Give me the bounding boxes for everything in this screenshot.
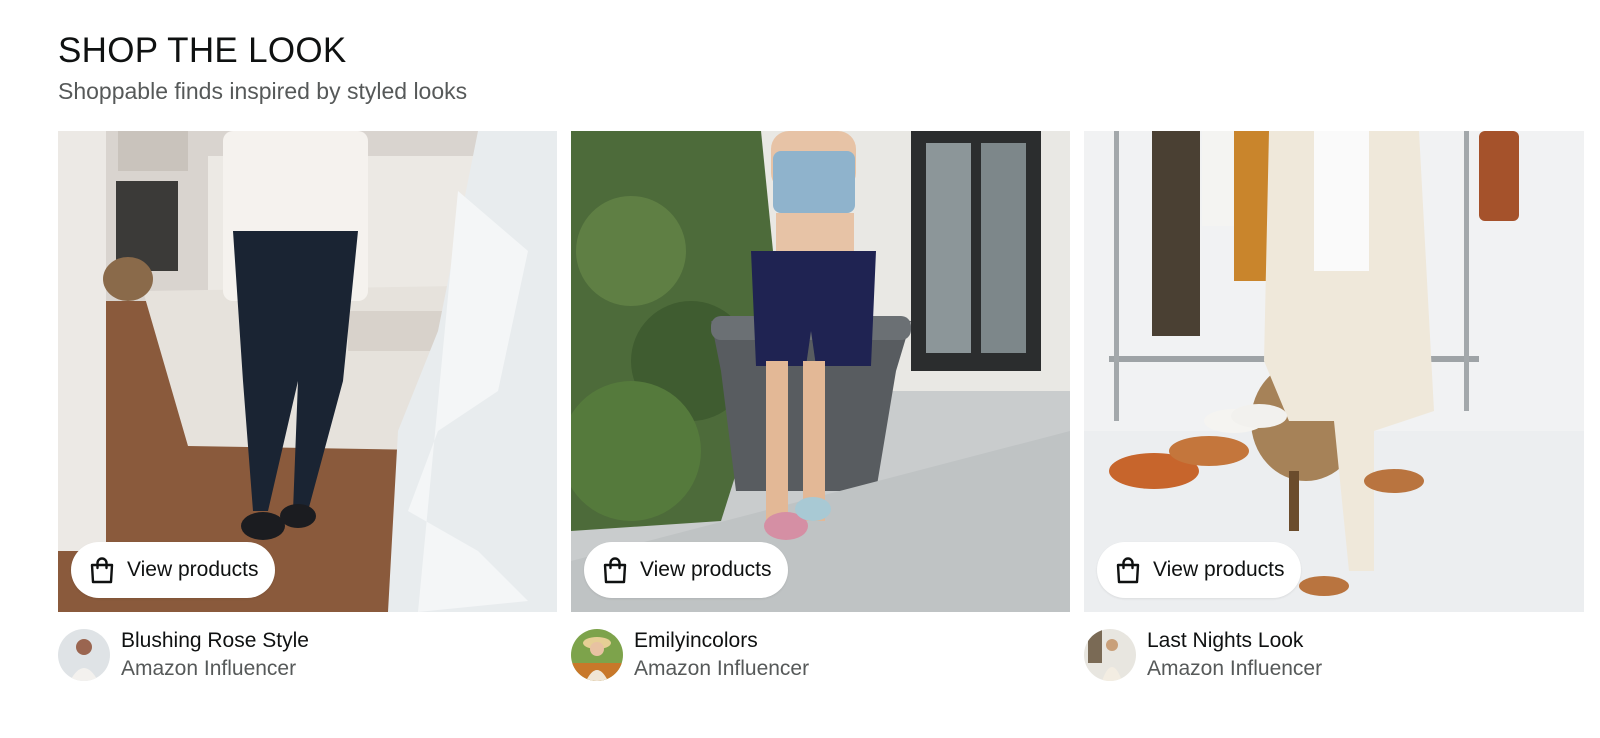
creator-avatar-image <box>58 629 110 681</box>
creator-name[interactable]: Blushing Rose Style <box>121 627 309 655</box>
look-photo[interactable]: View products <box>58 131 557 612</box>
look-card[interactable]: View products Blushing Rose Style Amazon… <box>58 131 557 683</box>
view-products-button[interactable]: View products <box>584 542 788 598</box>
view-products-label: View products <box>640 558 772 581</box>
view-products-button[interactable]: View products <box>1097 542 1301 598</box>
creator-avatar-image <box>1084 629 1136 681</box>
creator-name[interactable]: Last Nights Look <box>1147 627 1322 655</box>
shopping-bag-icon <box>1116 557 1140 584</box>
creator-avatar[interactable] <box>58 629 110 681</box>
view-products-label: View products <box>127 558 259 581</box>
look-card[interactable]: View products Emilyincolors Amazon Influ… <box>571 131 1070 683</box>
view-products-button[interactable]: View products <box>71 542 275 598</box>
creator-role: Amazon Influencer <box>634 657 810 680</box>
look-photo-image <box>571 131 1070 612</box>
look-photo[interactable]: View products <box>571 131 1070 612</box>
creator-role: Amazon Influencer <box>121 657 297 680</box>
look-photo[interactable]: View products <box>1084 131 1584 612</box>
view-products-label: View products <box>1153 558 1285 581</box>
look-photo-image <box>58 131 557 612</box>
look-cards-row: View products Blushing Rose Style Amazon… <box>58 131 1584 683</box>
section-title: SHOP THE LOOK <box>58 31 347 70</box>
shopping-bag-icon <box>603 557 627 584</box>
creator-name[interactable]: Emilyincolors <box>634 627 809 655</box>
creator-info[interactable]: Last Nights Look Amazon Influencer <box>1084 627 1584 683</box>
shop-the-look-section: SHOP THE LOOK Shoppable finds inspired b… <box>58 30 1600 681</box>
look-card[interactable]: View products Last Nights Look Amazon In… <box>1084 131 1584 683</box>
creator-avatar[interactable] <box>571 629 623 681</box>
creator-avatar[interactable] <box>1084 629 1136 681</box>
look-photo-image <box>1084 131 1584 612</box>
creator-info[interactable]: Emilyincolors Amazon Influencer <box>571 627 1070 683</box>
section-subtitle: Shoppable finds inspired by styled looks <box>58 78 468 104</box>
creator-role: Amazon Influencer <box>1147 657 1323 680</box>
creator-avatar-image <box>571 629 623 681</box>
shopping-bag-icon <box>90 557 114 584</box>
creator-info[interactable]: Blushing Rose Style Amazon Influencer <box>58 627 557 683</box>
